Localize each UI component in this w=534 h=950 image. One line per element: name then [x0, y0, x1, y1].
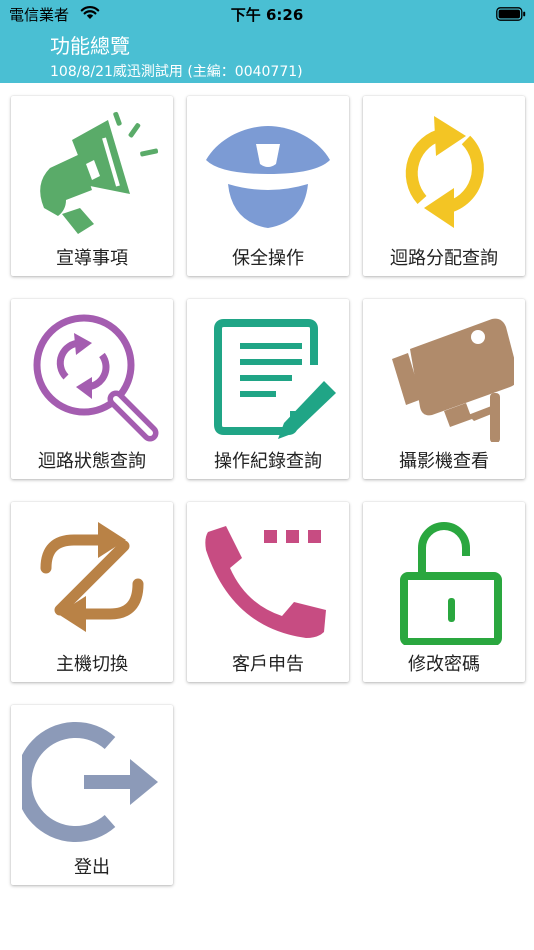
tile-label: 宣導事項 [56, 248, 128, 269]
tile-label: 迴路分配查詢 [390, 248, 498, 269]
phone-icon [205, 526, 326, 638]
security-cap-icon [206, 126, 330, 228]
tile-operation-log[interactable]: 操作紀錄查詢 [187, 299, 349, 479]
status-bar: 電信業者 下午 6:26 [0, 0, 534, 28]
page-subtitle: 108/8/21威迅測試用 (主編：0040771) [50, 64, 303, 80]
switch-arrows-icon [40, 522, 144, 632]
logout-icon [22, 722, 158, 842]
tile-label: 登出 [74, 857, 110, 878]
tile-loop-status[interactable]: 迴路狀態查詢 [11, 299, 173, 479]
tile-announcements[interactable]: 宣導事項 [11, 96, 173, 276]
battery-icon [496, 7, 526, 21]
tile-loop-assignment[interactable]: 迴路分配查詢 [363, 96, 525, 276]
unlock-icon [400, 522, 502, 645]
app-header: 電信業者 下午 6:26 功能總覽 108/8/21威迅測試用 (主編：0040… [0, 0, 534, 83]
tile-host-switch[interactable]: 主機切換 [11, 502, 173, 682]
search-refresh-icon [33, 314, 159, 442]
page-title: 功能總覽 [50, 34, 130, 58]
tile-security-operations[interactable]: 保全操作 [187, 96, 349, 276]
sync-arrows-icon [405, 116, 484, 228]
document-edit-icon [214, 319, 336, 439]
tile-label: 迴路狀態查詢 [38, 451, 146, 472]
tile-label: 操作紀錄查詢 [214, 451, 322, 472]
tile-label: 客戶申告 [232, 654, 304, 675]
tile-logout[interactable]: 登出 [11, 705, 173, 885]
tile-label: 修改密碼 [408, 654, 480, 675]
tile-label: 攝影機查看 [399, 451, 489, 472]
tile-camera-view[interactable]: 攝影機查看 [363, 299, 525, 479]
camera-icon [392, 318, 514, 442]
megaphone-icon [40, 111, 159, 234]
tile-label: 保全操作 [232, 248, 304, 269]
tile-customer-report[interactable]: 客戶申告 [187, 502, 349, 682]
status-time: 下午 6:26 [230, 6, 304, 24]
tile-label: 主機切換 [56, 654, 128, 675]
tile-change-password[interactable]: 修改密碼 [363, 502, 525, 682]
